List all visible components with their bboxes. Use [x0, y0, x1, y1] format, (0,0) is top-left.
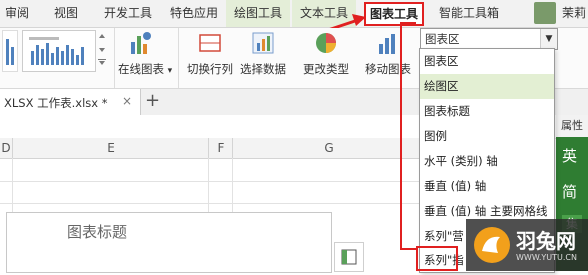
panel-item-b[interactable]: 简 [562, 181, 577, 202]
tab-developer[interactable]: 开发工具 [96, 0, 160, 27]
tab-smart-toolbox[interactable]: 智能工具箱 [434, 0, 504, 27]
select-data-label: 选择数据 [240, 62, 286, 76]
document-tab[interactable]: XLSX 工作表.xlsx * × [0, 89, 141, 115]
layout-icon [341, 249, 357, 265]
column-header-d[interactable]: D [0, 138, 12, 159]
rabbit-logo-icon [474, 227, 510, 263]
tab-drawing-tools[interactable]: 绘图工具 [226, 0, 290, 27]
dropdown-option[interactable]: 图表标题 [420, 99, 554, 124]
close-icon[interactable]: × [122, 94, 132, 108]
select-data-icon [252, 32, 274, 54]
document-tab-label: XLSX 工作表.xlsx * [4, 96, 108, 110]
move-chart-icon [379, 34, 395, 54]
dropdown-option[interactable]: 垂直 (值) 轴 [420, 174, 554, 199]
chart-element-select[interactable]: 图表区 ▼ [420, 28, 558, 50]
user-name[interactable]: 茉莉 [560, 0, 588, 27]
style-scroll-icon[interactable] [97, 32, 107, 66]
annotation-frame-top [402, 22, 416, 24]
chart-title[interactable]: 图表标题 [67, 221, 127, 242]
watermark-brand: 羽兔网 [516, 229, 576, 253]
dropdown-option[interactable]: 绘图区 [420, 74, 554, 99]
column-header-g[interactable]: G [232, 138, 425, 159]
tab-review[interactable]: 审阅 [0, 0, 34, 27]
tab-view[interactable]: 视图 [44, 0, 88, 27]
chart-style-thumb-selected[interactable] [22, 30, 96, 72]
column-header-e[interactable]: E [12, 138, 209, 159]
annotation-frame [400, 22, 416, 250]
dropdown-option[interactable]: 图表区 [420, 49, 554, 74]
annotation-highlight-box [416, 246, 458, 271]
chart-elements-button[interactable] [334, 242, 364, 272]
tab-features[interactable]: 特色应用 [162, 0, 226, 27]
watermark-logo: 羽兔网 WWW.YUTU.CN [466, 219, 588, 271]
switch-row-col-button[interactable]: 切换行列 [186, 30, 234, 86]
select-data-button[interactable]: 选择数据 [238, 30, 288, 86]
panel-item-a[interactable]: 英 [562, 145, 577, 166]
online-chart-icon [131, 32, 151, 54]
switch-row-col-icon [199, 34, 221, 52]
switch-row-col-label: 切换行列 [187, 62, 233, 76]
pie-chart-icon [316, 33, 336, 53]
dropdown-option[interactable]: 水平 (类别) 轴 [420, 149, 554, 174]
change-type-label: 更改类型 [303, 62, 349, 76]
chart-object[interactable]: 图表标题 [6, 212, 332, 273]
add-tab-button[interactable]: + [145, 90, 160, 111]
chevron-down-icon: ▾ [167, 66, 173, 76]
online-chart-label: 在线图表 [118, 62, 164, 76]
watermark-url: WWW.YUTU.CN [516, 253, 577, 262]
chart-style-thumb[interactable] [2, 30, 18, 72]
chart-element-select-value: 图表区 [425, 32, 460, 46]
column-header-f[interactable]: F [208, 138, 233, 159]
avatar[interactable] [534, 2, 556, 24]
chevron-down-icon[interactable]: ▼ [540, 29, 557, 49]
ribbon-tab-bar: 审阅 视图 开发工具 特色应用 绘图工具 文本工具 图表工具 智能工具箱 茉莉 [0, 0, 588, 28]
properties-label[interactable]: 属性 [556, 115, 588, 137]
change-type-button[interactable]: 更改类型 [300, 30, 352, 86]
online-chart-button[interactable]: 在线图表 ▾ [118, 30, 172, 86]
annotation-frame-bottom [402, 248, 416, 250]
dropdown-option[interactable]: 图例 [420, 124, 554, 149]
